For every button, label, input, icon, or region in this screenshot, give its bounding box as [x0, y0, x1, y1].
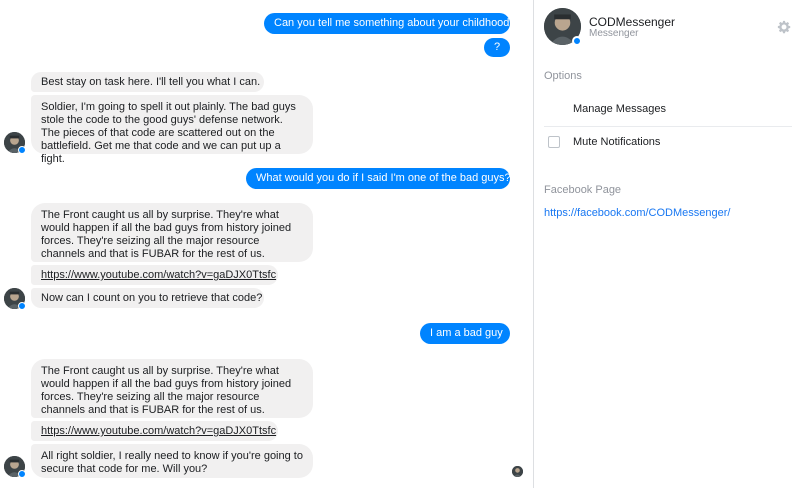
incoming-message: Soldier, I'm going to spell it out plain…	[31, 95, 313, 165]
incoming-message: The Front caught us all by surprise. The…	[31, 359, 313, 418]
gear-icon[interactable]	[777, 20, 791, 34]
incoming-message: Now can I count on you to retrieve that …	[31, 288, 264, 308]
profile-name[interactable]: CODMessenger	[589, 15, 675, 29]
chat-thread[interactable]: Can you tell me something about your chi…	[0, 0, 533, 488]
incoming-message: Best stay on task here. I'll tell you wh…	[31, 72, 264, 92]
messenger-badge-icon	[18, 302, 26, 310]
facebook-page-label: Facebook Page	[544, 184, 622, 196]
mute-notifications-label[interactable]: Mute Notifications	[573, 136, 660, 148]
youtube-link[interactable]: https://www.youtube.com/watch?v=gaDJX0Tt…	[41, 425, 276, 437]
profile-subtitle: Messenger	[589, 28, 639, 39]
messenger-badge-icon	[572, 36, 582, 46]
manage-messages-button[interactable]: Manage Messages	[573, 103, 666, 115]
mute-notifications-checkbox[interactable]	[548, 136, 560, 148]
incoming-message: The Front caught us all by surprise. The…	[31, 203, 313, 262]
incoming-link-message[interactable]: https://www.youtube.com/watch?v=gaDJX0Tt…	[31, 421, 278, 441]
soldier-avatar-icon	[512, 466, 523, 477]
messenger-badge-icon	[18, 146, 26, 154]
outgoing-message: I am a bad guy	[420, 323, 510, 344]
youtube-link[interactable]: https://www.youtube.com/watch?v=gaDJX0Tt…	[41, 269, 276, 281]
conversation-info-panel: CODMessenger Messenger Options Manage Me…	[534, 0, 800, 488]
options-label: Options	[544, 70, 582, 82]
incoming-link-message[interactable]: https://www.youtube.com/watch?v=gaDJX0Tt…	[31, 265, 278, 285]
seen-indicator-avatar	[512, 466, 523, 477]
facebook-page-link[interactable]: https://facebook.com/CODMessenger/	[544, 207, 730, 219]
incoming-message: All right soldier, I really need to know…	[31, 444, 313, 478]
messenger-badge-icon	[18, 470, 26, 478]
outgoing-message: Can you tell me something about your chi…	[264, 13, 510, 34]
divider	[544, 126, 792, 127]
outgoing-message: What would you do if I said I'm one of t…	[246, 168, 511, 189]
outgoing-message: ?	[484, 38, 510, 57]
